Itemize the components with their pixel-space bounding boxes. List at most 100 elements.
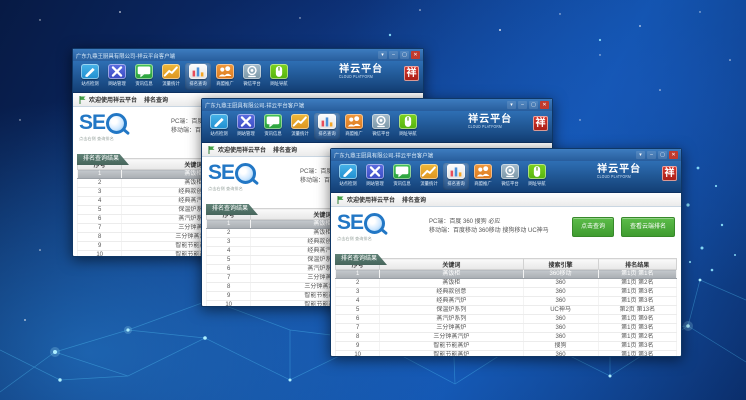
- toolbar-item-pencil[interactable]: 站点检测: [77, 63, 103, 90]
- table-cell: 10: [336, 351, 380, 358]
- toolbar-item-message[interactable]: 资讯信息: [131, 63, 157, 90]
- toolbar-item-line-chart[interactable]: 流量统计: [416, 163, 442, 190]
- ranking-table: 序号关键词搜索引擎排名结果 1蒸饭柜360移动第1页 第1名2蒸饭柜360第1页…: [335, 258, 677, 357]
- toolbar-item-people[interactable]: 商盟推广: [212, 63, 238, 90]
- monitor-icon: [501, 164, 519, 179]
- tab-rank-results[interactable]: 排名查询结果: [77, 154, 129, 165]
- close-button[interactable]: ✕: [669, 151, 678, 159]
- column-header[interactable]: 排名结果: [598, 259, 676, 270]
- close-button[interactable]: ✕: [540, 101, 549, 109]
- toolbar-item-bar-chart[interactable]: 排名查询: [185, 63, 211, 90]
- table-cell: 9: [336, 342, 380, 351]
- close-button[interactable]: ✕: [411, 51, 420, 59]
- flag-icon: [208, 146, 215, 154]
- table-cell: 三分钟蒸汽炉: [380, 333, 523, 342]
- title-bar[interactable]: 广东九鼎王厨具有限公司-祥云平台客户端 ▾ – ▢ ✕: [202, 99, 552, 111]
- toolbar-item-monitor[interactable]: 微信平台: [368, 113, 394, 140]
- toolbar-item-monitor[interactable]: 微信平台: [239, 63, 265, 90]
- table-row[interactable]: 9智能节能蒸炉搜狗第1页 第3名: [336, 342, 677, 351]
- table-cell: 第1页 第3名: [598, 342, 676, 351]
- toolbar-item-mouse[interactable]: 网址导航: [395, 113, 421, 140]
- skin-button[interactable]: ▾: [636, 151, 645, 159]
- table-row[interactable]: 8三分钟蒸汽炉360第1页 第2名: [336, 333, 677, 342]
- title-bar[interactable]: 广东九鼎王厨具有限公司-祥云平台客户端 ▾ – ▢ ✕: [331, 149, 681, 161]
- table-cell: 2: [336, 279, 380, 288]
- table-cell: 经典蒸汽炉: [380, 297, 523, 306]
- table-row[interactable]: 2蒸饭柜360第1页 第2名: [336, 279, 677, 288]
- maximize-button[interactable]: ▢: [529, 101, 538, 109]
- title-bar[interactable]: 广东九鼎王厨具有限公司-祥云平台客户端 ▾ – ▢ ✕: [73, 49, 423, 61]
- toolbar-item-message[interactable]: 资讯信息: [389, 163, 415, 190]
- column-header[interactable]: 关键词: [380, 259, 523, 270]
- toolbar-item-tools[interactable]: 网站管理: [233, 113, 259, 140]
- toolbar-item-label: 站点检测: [339, 180, 356, 186]
- table-cell: 2: [207, 229, 251, 238]
- toolbar-item-label: 站点检测: [81, 80, 98, 86]
- seo-logo-text: SE: [208, 162, 234, 184]
- magnifier-icon: [364, 213, 385, 234]
- table-row[interactable]: 6蒸汽炉系列360第1页 第9名: [336, 315, 677, 324]
- table-row[interactable]: 7三分钟蒸炉360第1页 第3名: [336, 324, 677, 333]
- toolbar-item-label: 排名查询: [318, 130, 335, 136]
- toolbar-item-people[interactable]: 商盟推广: [341, 113, 367, 140]
- line-chart-icon: [291, 114, 309, 129]
- magnifier-icon: [235, 163, 256, 184]
- toolbar-item-mouse[interactable]: 网址导航: [266, 63, 292, 90]
- table-cell: 智能节能蒸炉: [380, 342, 523, 351]
- table-row[interactable]: 10智能节能蒸炉360第1页 第3名: [336, 351, 677, 358]
- table-row[interactable]: 4经典蒸汽炉360第1页 第3名: [336, 297, 677, 306]
- view-cloud-rank-button[interactable]: 查看云端排名: [621, 217, 675, 237]
- main-toolbar: 站点检测网站管理资讯信息流量统计排名查询商盟推广微信平台网址导航 祥云平台 CL…: [73, 61, 423, 93]
- minimize-button[interactable]: –: [389, 51, 398, 59]
- seo-logo-caption: 点击右侧 查询排名: [337, 235, 401, 241]
- maximize-button[interactable]: ▢: [400, 51, 409, 59]
- table-cell: 7: [336, 324, 380, 333]
- toolbar-item-bar-chart[interactable]: 排名查询: [443, 163, 469, 190]
- toolbar-item-message[interactable]: 资讯信息: [260, 113, 286, 140]
- query-button[interactable]: 点击查询: [572, 217, 614, 237]
- tools-icon: [108, 64, 126, 79]
- column-header[interactable]: 搜索引擎: [523, 259, 598, 270]
- toolbar-item-tools[interactable]: 网站管理: [362, 163, 388, 190]
- action-buttons: 点击查询 查看云端排名: [572, 217, 675, 237]
- brand-logo: 祥云平台 CLOUD PLATFORM 祥: [597, 165, 677, 181]
- table-cell: 8: [207, 283, 251, 292]
- toolbar-item-bar-chart[interactable]: 排名查询: [314, 113, 340, 140]
- toolbar-item-label: 网址导航: [270, 80, 287, 86]
- skin-button[interactable]: ▾: [378, 51, 387, 59]
- toolbar-item-people[interactable]: 商盟推广: [470, 163, 496, 190]
- table-cell: 360: [523, 351, 598, 358]
- toolbar-items: 站点检测网站管理资讯信息流量统计排名查询商盟推广微信平台网址导航: [206, 113, 421, 140]
- mobile-engines-line: 移动端：百度移动 360移动 搜狗移动 UC神马: [429, 227, 568, 236]
- table-row[interactable]: 5保温炉系列UC神马第2页 第13名: [336, 306, 677, 315]
- toolbar-item-pencil[interactable]: 站点检测: [335, 163, 361, 190]
- result-tab-row: 排名查询结果: [331, 247, 681, 258]
- table-cell: 蒸汽炉系列: [380, 315, 523, 324]
- toolbar-item-label: 微信平台: [372, 130, 389, 136]
- toolbar-item-pencil[interactable]: 站点检测: [206, 113, 232, 140]
- minimize-button[interactable]: –: [518, 101, 527, 109]
- window-title: 广东九鼎王厨具有限公司-祥云平台客户端: [334, 151, 606, 159]
- toolbar-item-line-chart[interactable]: 流量统计: [287, 113, 313, 140]
- skin-button[interactable]: ▾: [507, 101, 516, 109]
- maximize-button[interactable]: ▢: [658, 151, 667, 159]
- table-cell: 6: [207, 265, 251, 274]
- toolbar-item-tools[interactable]: 网站管理: [104, 63, 130, 90]
- table-cell: 第1页 第3名: [598, 297, 676, 306]
- brand-title: 祥云平台: [339, 65, 401, 75]
- brand-subtitle: CLOUD PLATFORM: [597, 175, 631, 179]
- table-row[interactable]: 3经典款创意360第1页 第3名: [336, 288, 677, 297]
- tab-rank-results[interactable]: 排名查询结果: [206, 204, 258, 215]
- toolbar-item-mouse[interactable]: 网址导航: [524, 163, 550, 190]
- toolbar-item-monitor[interactable]: 微信平台: [497, 163, 523, 190]
- minimize-button[interactable]: –: [647, 151, 656, 159]
- mouse-icon: [528, 164, 546, 179]
- tab-rank-results[interactable]: 排名查询结果: [335, 254, 387, 265]
- table-row[interactable]: 1蒸饭柜360移动第1页 第1名: [336, 270, 677, 279]
- toolbar-item-line-chart[interactable]: 流量统计: [158, 63, 184, 90]
- toolbar-item-label: 网址导航: [528, 180, 545, 186]
- mouse-icon: [399, 114, 417, 129]
- desktop: 广东九鼎王厨具有限公司-祥云平台客户端 ▾ – ▢ ✕ 站点检测网站管理资讯信息…: [0, 0, 746, 400]
- toolbar-item-label: 商盟推广: [474, 180, 491, 186]
- window-controls: ▾ – ▢ ✕: [507, 101, 549, 109]
